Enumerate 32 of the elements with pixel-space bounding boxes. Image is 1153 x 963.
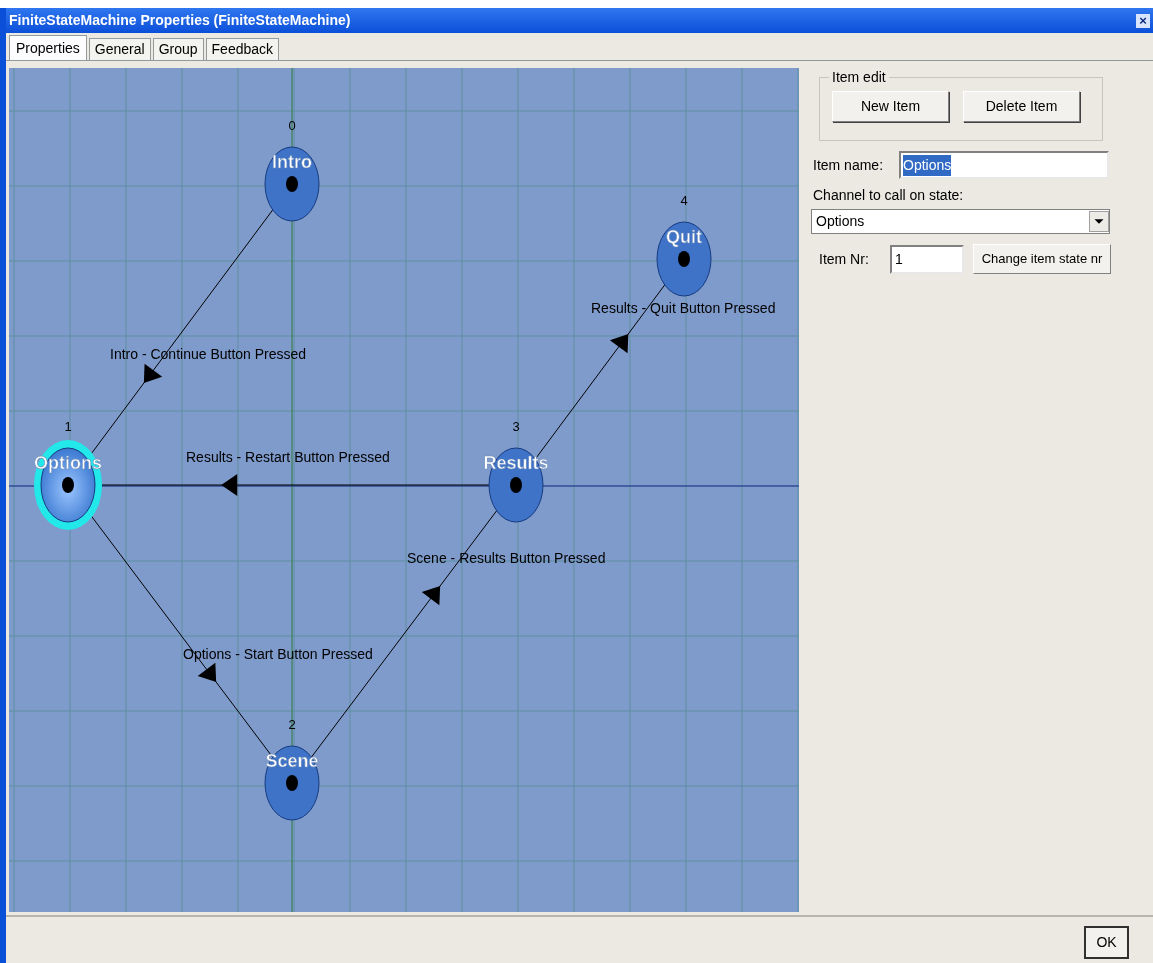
state-number: 3 <box>512 419 520 434</box>
tab[interactable]: Feedback <box>205 38 280 60</box>
state-node[interactable] <box>264 146 320 222</box>
item-button[interactable]: Delete Item <box>963 91 1080 122</box>
state-node[interactable] <box>264 745 320 821</box>
transition-label: Results - Restart Button Pressed <box>186 449 390 465</box>
tab[interactable]: General <box>88 38 151 60</box>
item-name-label: Item name: <box>813 155 884 175</box>
state-name: Scene <box>265 751 319 771</box>
transition-label: Scene - Results Button Pressed <box>407 550 606 566</box>
transition-label: Results - Quit Button Pressed <box>591 300 776 316</box>
tab[interactable]: Group <box>152 38 204 60</box>
group-title: Item edit <box>831 68 887 87</box>
item-nr-field[interactable]: 1 <box>890 244 964 274</box>
item-nr-label: Item Nr: <box>819 249 870 269</box>
state-number: 2 <box>288 717 296 732</box>
close-button[interactable]: × <box>1136 13 1150 28</box>
change-state-button[interactable]: Change item state nr <box>973 244 1111 274</box>
state-number: 4 <box>680 193 688 208</box>
channel-dropdown[interactable]: Options <box>811 209 1110 234</box>
item-button[interactable]: New Item <box>832 91 949 122</box>
window-title: FiniteStateMachine Properties (FiniteStateMachine) <box>9 11 351 30</box>
tab[interactable]: Properties <box>9 35 87 60</box>
state-number: 1 <box>64 419 72 434</box>
state-node[interactable] <box>656 221 712 297</box>
state-name: Quit <box>666 227 702 247</box>
state-name: Results <box>483 453 549 473</box>
ok-button[interactable]: OK <box>1084 926 1129 959</box>
item-name-field[interactable]: Options <box>899 151 1110 179</box>
state-name: Intro <box>272 152 312 172</box>
state-number: 0 <box>288 118 296 133</box>
channel-label: Channel to call on state: <box>813 186 965 205</box>
